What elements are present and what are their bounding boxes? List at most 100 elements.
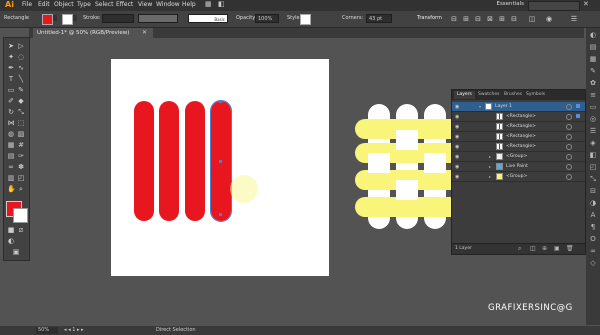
paragraph-panel-icon[interactable]: ¶ <box>589 223 597 231</box>
links-panel-icon[interactable]: ∞ <box>589 247 597 255</box>
gradient-panel-icon[interactable]: ▭ <box>589 103 597 111</box>
anchor-point[interactable] <box>219 213 222 216</box>
color-panel-icon[interactable]: ◐ <box>589 31 597 39</box>
rotate-tool-icon[interactable]: ↻ <box>7 108 15 116</box>
transform-panel-icon[interactable]: ⤡ <box>589 175 597 183</box>
layer-row[interactable]: ◉ <Rectangle> <box>452 112 585 122</box>
layer-name[interactable]: <Rectangle> <box>506 132 536 141</box>
red-rectangle-3[interactable] <box>185 101 205 221</box>
menu-help[interactable]: Help <box>182 1 196 8</box>
type-tool-icon[interactable]: T <box>7 75 15 83</box>
tab-brushes[interactable]: Brushes <box>504 91 522 99</box>
eyedropper-icon[interactable]: ✑ <box>17 152 25 160</box>
anchor-point[interactable] <box>219 100 222 103</box>
align-middle-icon[interactable]: ⊞ <box>498 15 506 23</box>
none-mode-icon[interactable]: ⧄ <box>17 226 25 234</box>
menu-view[interactable]: View <box>138 1 152 8</box>
expand-arrow-icon[interactable]: ▸ <box>489 152 491 161</box>
bridge-icon[interactable]: ◧ <box>218 0 225 8</box>
eraser-tool-icon[interactable]: ◆ <box>17 97 25 105</box>
tab-layers[interactable]: Layers <box>454 91 475 99</box>
expand-arrow-icon[interactable]: ▸ <box>489 172 491 181</box>
artboard-navigation[interactable]: ◂ ◂ 1 ▸ ▸ <box>64 327 84 333</box>
zoom-tool-icon[interactable]: ⌕ <box>17 185 25 193</box>
appearance-panel-icon[interactable]: ☰ <box>589 127 597 135</box>
new-sublayer-icon[interactable]: ⊕ <box>542 245 547 252</box>
visibility-eye-icon[interactable]: ◉ <box>455 124 459 130</box>
expand-arrow-icon[interactable]: ▾ <box>479 102 481 111</box>
width-tool-icon[interactable]: ⋈ <box>7 119 15 127</box>
red-rectangle-1[interactable] <box>134 101 154 221</box>
pen-tool-icon[interactable]: ✒ <box>7 64 15 72</box>
close-tab-icon[interactable]: ✕ <box>142 29 147 36</box>
target-icon[interactable] <box>566 174 572 180</box>
layer-row[interactable]: ◉ ▸ <Group> <box>452 172 585 182</box>
stroke-swatch[interactable] <box>62 14 73 25</box>
layer-row[interactable]: ◉ ▾ Layer 1 <box>452 102 585 112</box>
align-bottom-icon[interactable]: ⊟ <box>510 15 518 23</box>
recolor-icon[interactable]: ◉ <box>545 15 553 23</box>
anchor-point[interactable] <box>219 160 222 163</box>
target-icon[interactable] <box>566 164 572 170</box>
target-icon[interactable] <box>566 134 572 140</box>
menu-effect[interactable]: Effect <box>116 1 133 8</box>
search-input[interactable] <box>528 1 580 11</box>
free-transform-icon[interactable]: ⬚ <box>17 119 25 127</box>
draw-mode-icon[interactable]: ◐ <box>7 237 15 245</box>
character-panel-icon[interactable]: A <box>589 211 597 219</box>
color-guide-icon[interactable]: ▤ <box>589 43 597 51</box>
lasso-tool-icon[interactable]: ◌ <box>17 53 25 61</box>
shaper-tool-icon[interactable]: ✐ <box>7 97 15 105</box>
layer-row[interactable]: ◉ ▸ Live Paint <box>452 162 585 172</box>
direct-selection-tool-icon[interactable]: ▷ <box>17 42 25 50</box>
paintbrush-tool-icon[interactable]: ✎ <box>17 86 25 94</box>
magic-wand-icon[interactable]: ✦ <box>7 53 15 61</box>
layer-row[interactable]: ◉ ▸ <Group> <box>452 152 585 162</box>
align-center-icon[interactable]: ⊞ <box>462 15 470 23</box>
corners-field[interactable]: 43 pt <box>366 14 392 23</box>
selection-tool-icon[interactable]: ➤ <box>7 42 15 50</box>
swatches-panel-icon[interactable]: ▦ <box>589 55 597 63</box>
visibility-eye-icon[interactable]: ◉ <box>455 114 459 120</box>
stroke-weight-field[interactable] <box>102 14 134 23</box>
rectangle-tool-icon[interactable]: ▭ <box>7 86 15 94</box>
symbol-sprayer-icon[interactable]: ✽ <box>17 163 25 171</box>
red-rectangle-2[interactable] <box>159 101 179 221</box>
zoom-field[interactable]: 50% <box>36 327 58 334</box>
visibility-eye-icon[interactable]: ◉ <box>455 144 459 150</box>
new-layer-icon[interactable]: ▣ <box>554 245 560 252</box>
color-mode-icon[interactable]: ■ <box>7 226 15 234</box>
visibility-eye-icon[interactable]: ◉ <box>455 154 459 160</box>
opentype-panel-icon[interactable]: O <box>589 235 597 243</box>
panel-menu-icon[interactable]: ☰ <box>570 15 578 23</box>
align-left-icon[interactable]: ⊟ <box>450 15 458 23</box>
document-tab[interactable]: Untitled-1* @ 50% (RGB/Preview) <box>33 28 153 38</box>
gradient-tool-icon[interactable]: ▤ <box>7 152 15 160</box>
visibility-eye-icon[interactable]: ◉ <box>455 174 459 180</box>
screen-mode-icon[interactable]: ▣ <box>12 248 20 256</box>
layer-row[interactable]: ◉ <Rectangle> <box>452 142 585 152</box>
transform-link[interactable]: Transform <box>417 15 442 21</box>
locate-object-icon[interactable]: ⌕ <box>518 245 521 253</box>
delete-layer-icon[interactable]: 🗑 <box>566 245 574 252</box>
menu-file[interactable]: File <box>22 1 32 8</box>
tab-symbols[interactable]: Symbols <box>526 91 545 99</box>
brush-definition-field[interactable]: Basic <box>188 14 228 23</box>
layer-name[interactable]: <Rectangle> <box>506 122 536 131</box>
tab-swatches[interactable]: Swatches <box>478 91 500 99</box>
layer-name[interactable]: Layer 1 <box>495 102 512 111</box>
stroke-dropdown[interactable] <box>73 15 77 21</box>
graph-tool-icon[interactable]: ▥ <box>7 174 15 182</box>
layer-name[interactable]: <Rectangle> <box>506 112 536 121</box>
visibility-eye-icon[interactable]: ◉ <box>455 164 459 170</box>
clipping-mask-icon[interactable]: ◫ <box>530 245 536 252</box>
layer-name[interactable]: Live Paint <box>506 162 528 171</box>
scale-tool-icon[interactable]: ⤡ <box>17 108 25 116</box>
menu-object[interactable]: Object <box>54 1 74 8</box>
isolate-icon[interactable]: ◫ <box>528 15 536 23</box>
current-tool-status[interactable]: Direct Selection <box>156 327 196 333</box>
live-paint-bucket-icon[interactable]: ▨ <box>17 130 25 138</box>
menu-edit[interactable]: Edit <box>38 1 50 8</box>
stroke-panel-icon[interactable]: ≡ <box>589 91 597 99</box>
shape-builder-icon[interactable]: ◍ <box>7 130 15 138</box>
